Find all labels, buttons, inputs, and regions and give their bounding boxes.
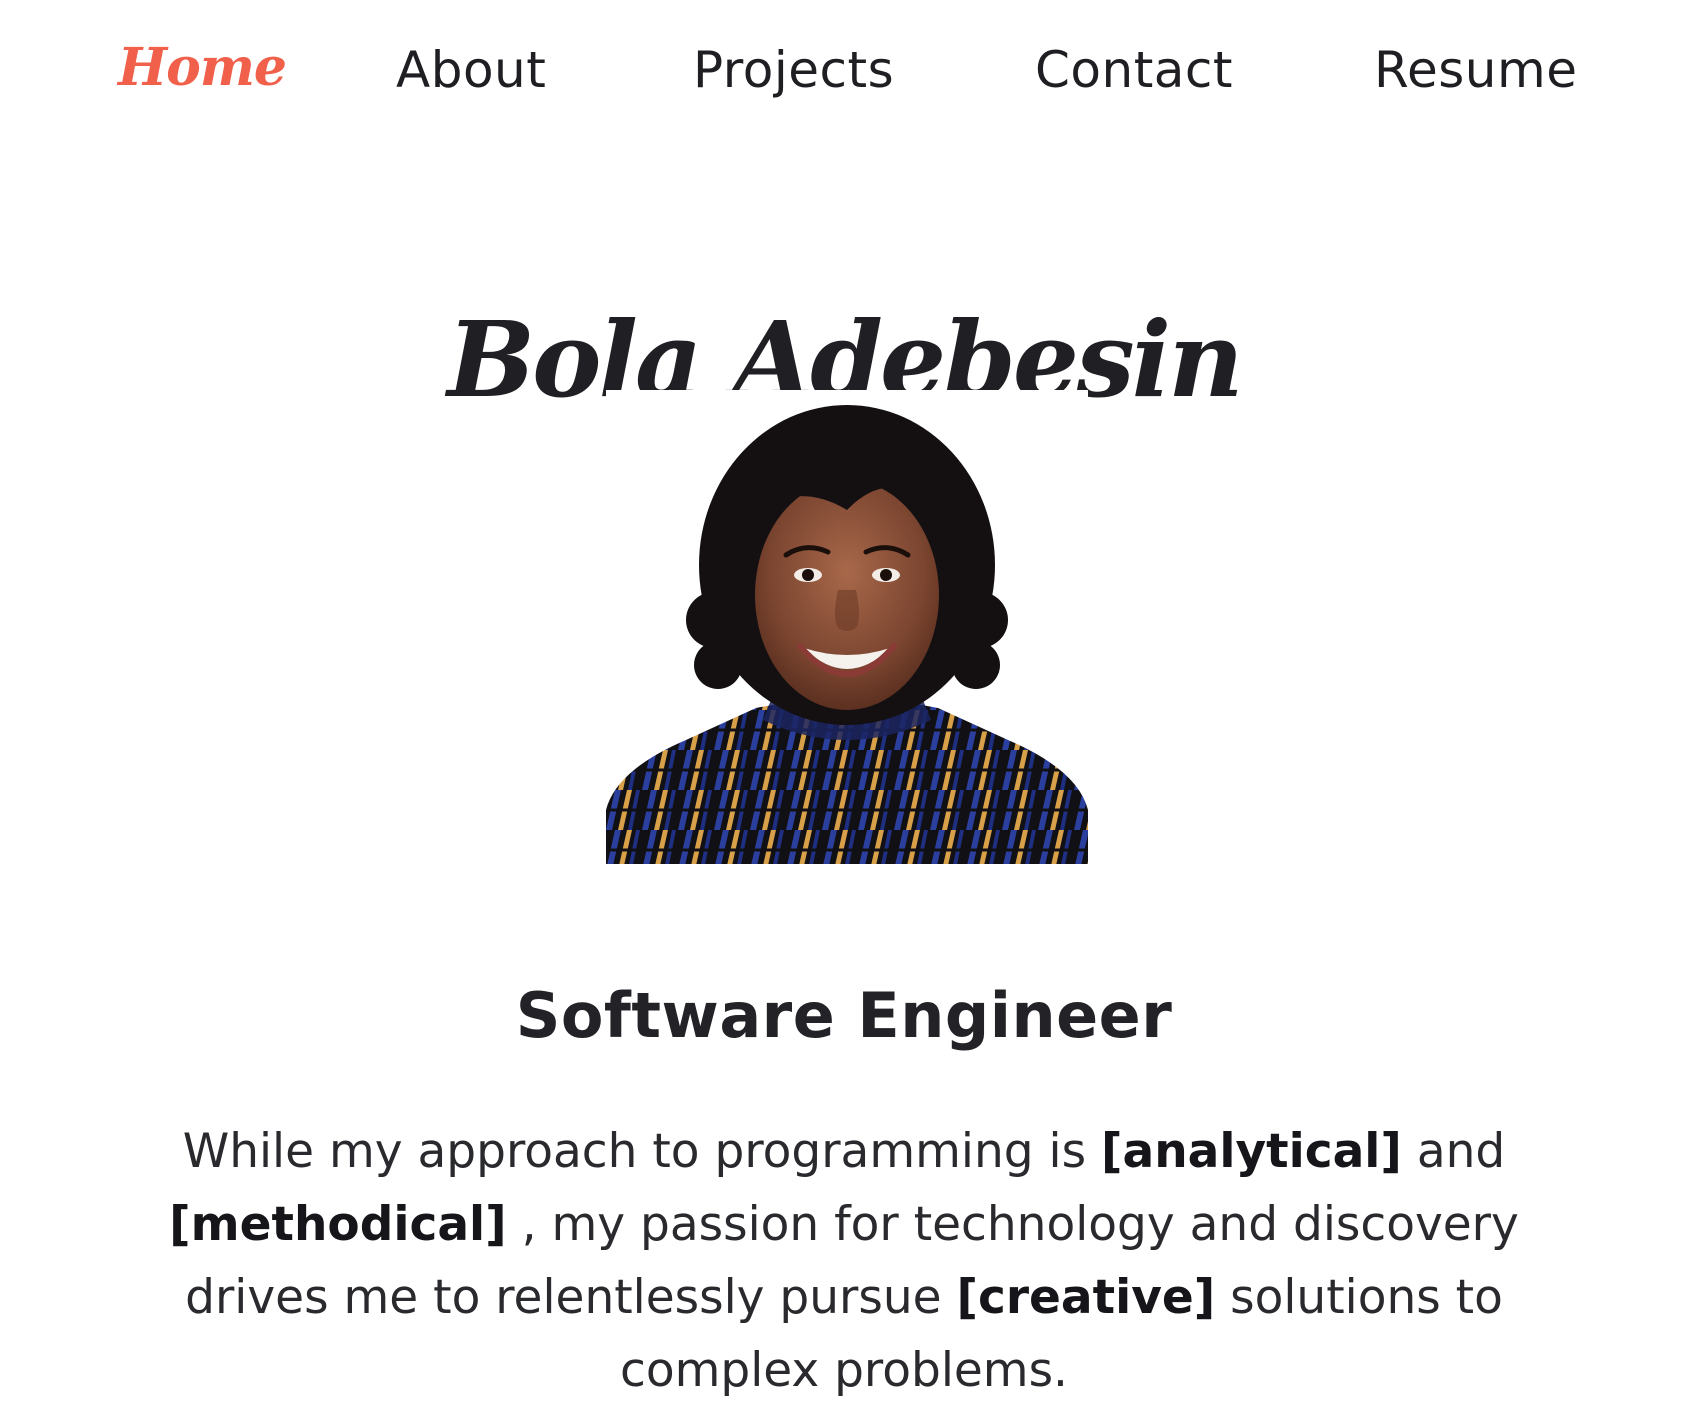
bio-text-2: and xyxy=(1401,1124,1506,1179)
nav-contact-link[interactable]: Contact xyxy=(1035,38,1233,102)
nav-home-link[interactable]: Home xyxy=(118,36,287,100)
bio-paragraph: While my approach to programming is [ana… xyxy=(150,1115,1538,1407)
main-nav: Home About Projects Contact Resume xyxy=(0,0,1688,140)
nav-resume-link[interactable]: Resume xyxy=(1374,38,1577,102)
nav-projects-link[interactable]: Projects xyxy=(693,38,894,102)
bio-text-1: While my approach to programming is xyxy=(182,1124,1102,1179)
bio-keyword-methodical: [methodical] xyxy=(169,1197,507,1252)
nav-about-link[interactable]: About xyxy=(396,38,546,102)
job-title: Software Engineer xyxy=(515,979,1173,1053)
bio-keyword-analytical: [analytical] xyxy=(1101,1124,1402,1179)
profile-photo xyxy=(606,390,1088,864)
bio-keyword-creative: [creative] xyxy=(956,1270,1216,1325)
